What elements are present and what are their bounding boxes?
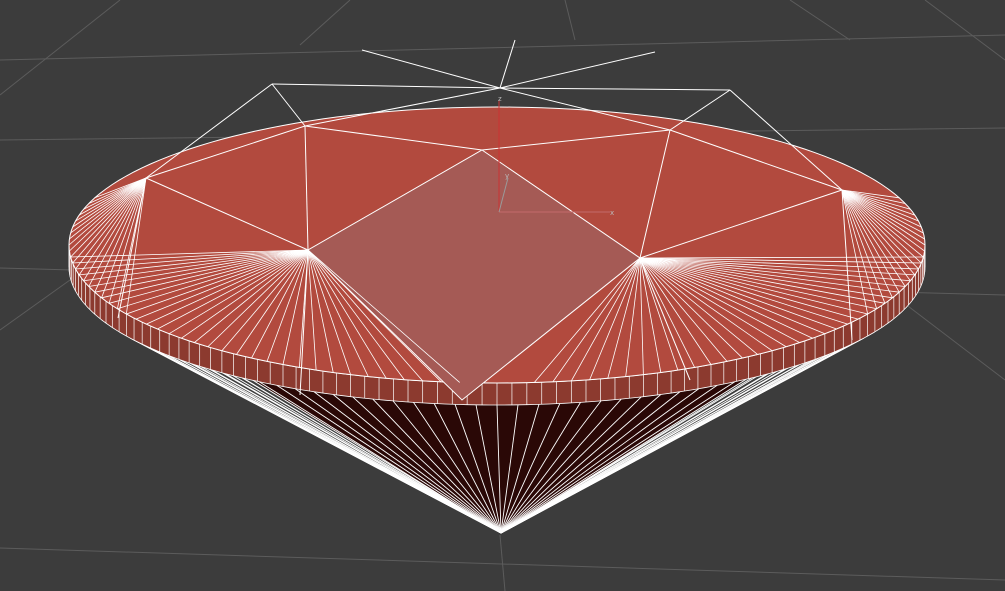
grid-line: [899, 299, 1005, 381]
3d-viewport[interactable]: z x y: [0, 0, 1005, 591]
viewport-canvas[interactable]: z x y: [0, 0, 1005, 591]
crown-facet-edge: [271, 83, 306, 127]
crown-facet-edge: [271, 83, 501, 89]
y-axis-label: y: [505, 172, 509, 180]
grid-line: [924, 0, 1005, 61]
gem-model[interactable]: [68, 39, 926, 534]
grid-line: [0, 0, 121, 96]
grid-line: [0, 279, 71, 331]
grid-line: [789, 0, 851, 41]
grid-line: [299, 0, 351, 46]
grid-line: [564, 0, 576, 41]
z-axis-label: z: [498, 95, 502, 103]
grid-line: [0, 34, 1005, 61]
x-axis-label: x: [610, 209, 614, 217]
crown-facet-edge: [361, 49, 501, 89]
crown-facet-edge: [499, 87, 731, 91]
grid-line: [499, 534, 506, 591]
crown-facet-edge: [499, 51, 656, 89]
